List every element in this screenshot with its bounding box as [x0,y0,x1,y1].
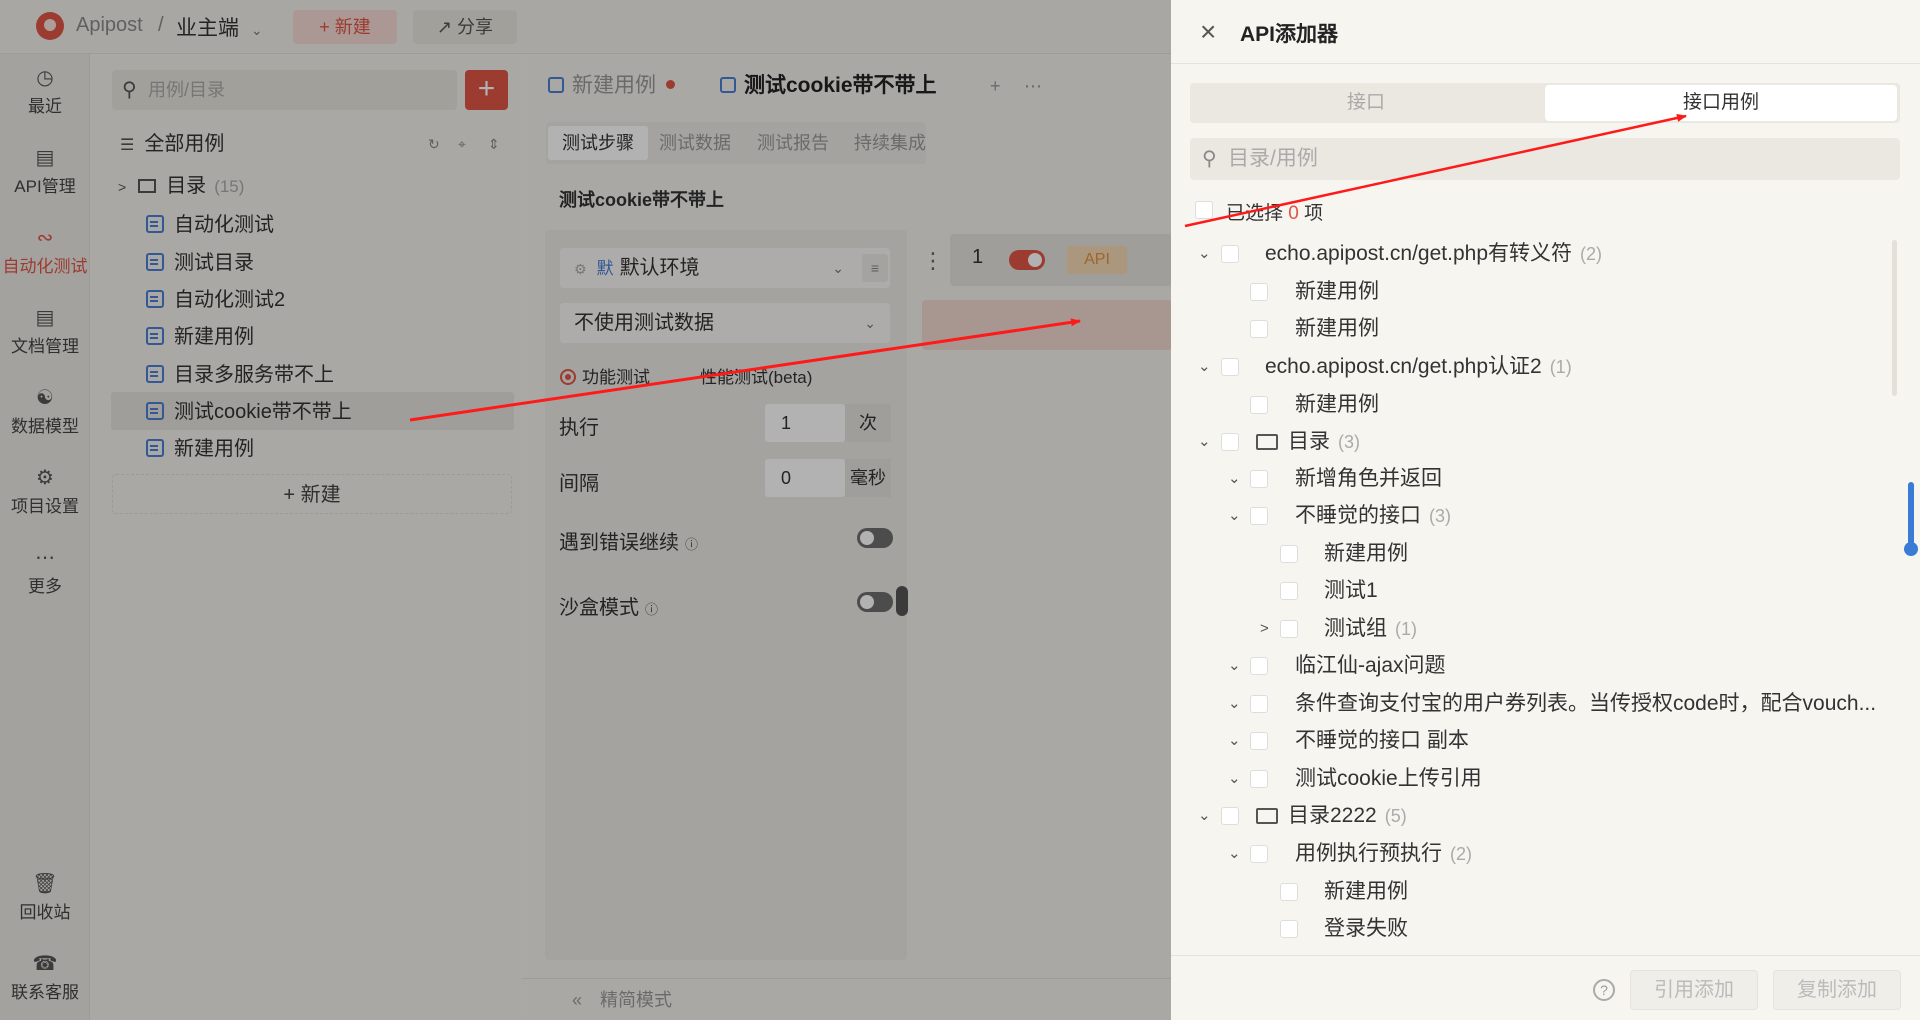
row-checkbox[interactable] [1250,732,1268,750]
chevron-down-icon[interactable]: ⌄ [1228,761,1241,797]
row-label: 新建用例 [1295,393,1379,416]
row-count: (3) [1338,432,1360,452]
tree-row[interactable]: 不睡觉的接口 副本 [1295,723,1469,759]
chevron-down-icon[interactable]: ⌄ [1198,798,1211,834]
tree-row[interactable]: 用例执行预执行 (2) [1295,836,1472,872]
tree-row[interactable]: 新建用例 [1324,874,1408,910]
row-label: 测试cookie上传引用 [1295,767,1482,790]
row-label: 临江仙-ajax问题 [1295,654,1446,677]
drawer-scrollbar[interactable] [1892,240,1897,396]
row-label: 测试组 [1324,617,1387,640]
help-icon[interactable]: ? [1593,979,1615,1001]
chevron-down-icon[interactable]: ⌄ [1198,349,1211,385]
row-label: 新增角色并返回 [1295,467,1442,490]
row-label: 条件查询支付宝的用户券列表。当传授权code时，配合vouch... [1295,692,1877,715]
drawer-search-input[interactable]: ⚲ 目录/用例 [1190,138,1900,180]
chevron-down-icon[interactable]: ⌄ [1228,723,1241,759]
row-checkbox[interactable] [1280,582,1298,600]
row-checkbox[interactable] [1250,283,1268,301]
tree-row[interactable]: 测试cookie上传引用 [1295,761,1482,797]
row-label: 目录 [1288,430,1330,453]
row-label: 新建用例 [1295,280,1379,303]
scroll-indicator[interactable] [1904,482,1918,556]
tree-row[interactable]: echo.apipost.cn/get.php认证2 (1) [1265,349,1572,385]
select-all-checkbox[interactable] [1195,201,1213,219]
row-label: 目录2222 [1288,804,1377,827]
row-count: (3) [1429,506,1451,526]
tree-row[interactable]: 临江仙-ajax问题 [1295,648,1446,684]
row-count: (5) [1384,806,1407,826]
row-checkbox[interactable] [1280,883,1298,901]
segment-api-case[interactable]: 接口用例 [1545,85,1897,121]
tree-row[interactable]: 目录 (3) [1288,424,1360,460]
tree-row[interactable]: 新建用例 [1295,311,1379,347]
row-label: 新建用例 [1295,317,1379,340]
tree-row[interactable]: 新建用例 [1295,387,1379,423]
tree-row[interactable]: 目录2222 (5) [1288,798,1407,834]
selected-prefix: 已选择 [1226,203,1284,224]
chevron-down-icon[interactable]: ⌄ [1228,648,1241,684]
row-checkbox[interactable] [1250,396,1268,414]
row-checkbox[interactable] [1221,245,1239,263]
folder-open-icon [1256,434,1278,450]
tree-row[interactable]: 不睡觉的接口 (3) [1295,498,1451,534]
segment-api[interactable]: 接口 [1190,83,1542,123]
selected-number: 0 [1288,203,1299,224]
chevron-down-icon[interactable]: ⌄ [1228,461,1241,497]
row-checkbox[interactable] [1250,507,1268,525]
tree-row[interactable]: 新建用例 [1295,274,1379,310]
chevron-down-icon[interactable]: ⌄ [1198,236,1211,272]
row-checkbox[interactable] [1221,807,1239,825]
row-label: 新建用例 [1324,542,1408,565]
selected-suffix: 项 [1304,203,1324,224]
row-checkbox[interactable] [1250,695,1268,713]
row-checkbox[interactable] [1221,433,1239,451]
chevron-down-icon[interactable]: ⌄ [1198,424,1211,460]
row-count: (2) [1580,244,1603,264]
search-icon: ⚲ [1202,148,1217,170]
row-checkbox[interactable] [1221,358,1239,376]
row-label: 测试1 [1324,579,1378,602]
chevron-down-icon[interactable]: ⌄ [1228,836,1241,872]
reference-add-button[interactable]: 引用添加 [1630,970,1758,1010]
row-label: 不睡觉的接口 副本 [1295,729,1469,752]
row-count: (1) [1549,357,1572,377]
row-checkbox[interactable] [1250,845,1268,863]
row-label: echo.apipost.cn/get.php认证2 [1265,355,1542,378]
selected-count: 已选择 0 项 [1226,198,1323,225]
row-label: 用例执行预执行 [1295,842,1442,865]
drawer-search-placeholder: 目录/用例 [1228,147,1318,170]
row-label: 新建用例 [1324,880,1408,903]
row-checkbox[interactable] [1250,770,1268,788]
chevron-right-icon[interactable]: > [1260,611,1269,647]
chevron-down-icon[interactable]: ⌄ [1228,686,1241,722]
close-icon[interactable]: × [1200,14,1216,50]
copy-add-button[interactable]: 复制添加 [1773,970,1901,1010]
row-count: (1) [1395,619,1417,639]
tree-row[interactable]: echo.apipost.cn/get.php有转义符 (2) [1265,236,1602,272]
row-checkbox[interactable] [1250,657,1268,675]
row-checkbox[interactable] [1250,470,1268,488]
tree-row[interactable]: 测试组 (1) [1324,611,1417,647]
row-label: 不睡觉的接口 [1295,504,1421,527]
row-count: (2) [1450,844,1472,864]
modal-overlay[interactable] [0,0,1171,1020]
chevron-down-icon[interactable]: ⌄ [1228,498,1241,534]
row-checkbox[interactable] [1280,545,1298,563]
tree-row[interactable]: 新增角色并返回 [1295,461,1442,497]
row-checkbox[interactable] [1250,320,1268,338]
tree-row[interactable]: 登录失败 [1324,911,1408,947]
row-checkbox[interactable] [1280,620,1298,638]
tree-row[interactable]: 新建用例 [1324,536,1408,572]
tree-row[interactable]: 测试1 [1324,573,1378,609]
drawer-title: API添加器 [1240,23,1339,46]
row-label: echo.apipost.cn/get.php有转义符 [1265,242,1573,265]
row-label: 登录失败 [1324,917,1408,940]
row-checkbox[interactable] [1280,920,1298,938]
folder-open-icon [1256,808,1278,824]
tree-row[interactable]: 条件查询支付宝的用户券列表。当传授权code时，配合vouch... [1295,686,1885,722]
